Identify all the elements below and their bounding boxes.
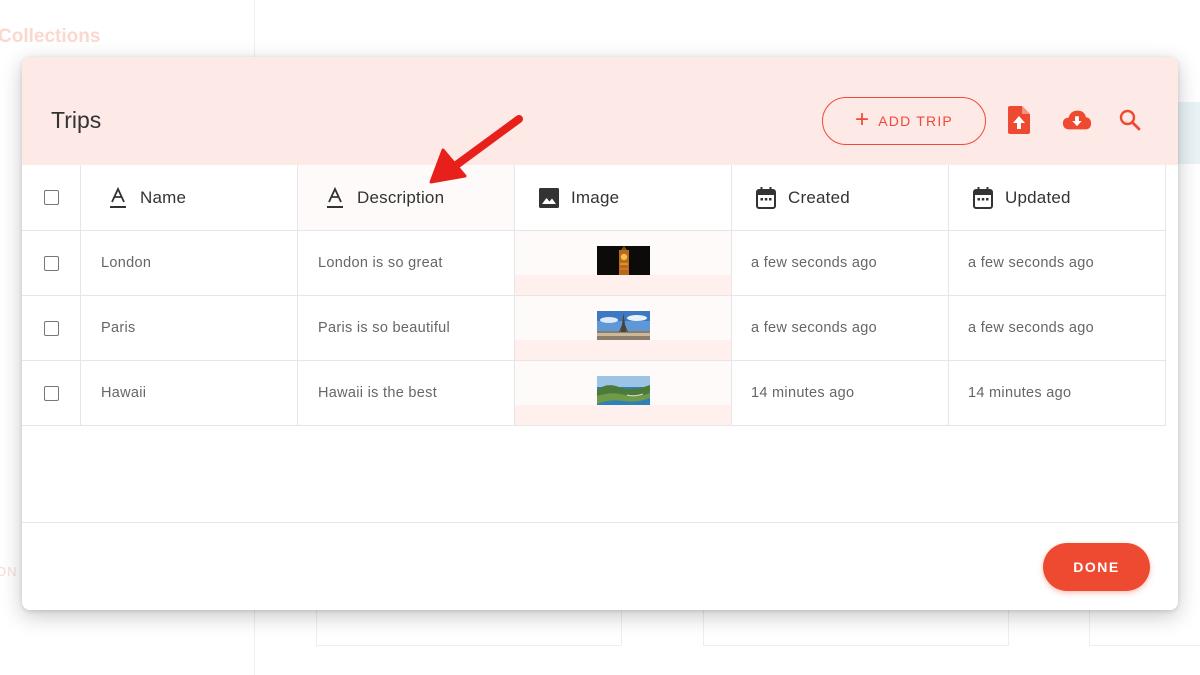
select-all-checkbox[interactable] — [43, 190, 59, 205]
cell-created[interactable]: a few seconds ago — [732, 231, 949, 295]
background-faint-label: ON — [0, 564, 18, 579]
cloud-download-icon[interactable] — [1062, 105, 1092, 135]
search-icon[interactable] — [1115, 105, 1145, 135]
row-checkbox[interactable] — [43, 320, 59, 336]
footer-divider — [22, 522, 1178, 523]
text-format-icon — [323, 186, 347, 210]
row-checkbox[interactable] — [43, 255, 59, 271]
cell-description[interactable]: Hawaii is the best — [298, 361, 515, 425]
annotation-arrow — [429, 115, 523, 184]
table-row[interactable]: London London is so great a few seconds … — [22, 231, 1166, 296]
trips-modal: Trips + ADD TRIP Name Description Image … — [22, 57, 1178, 610]
cell-image[interactable] — [515, 296, 732, 360]
cell-image[interactable] — [515, 231, 732, 295]
cell-updated[interactable]: a few seconds ago — [949, 296, 1166, 360]
text-format-icon — [106, 186, 130, 210]
calendar-icon — [754, 186, 778, 210]
plus-icon: + — [855, 106, 871, 133]
cell-name[interactable]: Hawaii — [81, 361, 298, 425]
column-header-label: Description — [357, 187, 445, 207]
row-select-cell — [22, 231, 81, 295]
calendar-icon — [971, 186, 995, 210]
image-cell-band — [515, 275, 731, 295]
cell-image[interactable] — [515, 361, 732, 425]
image-cell-band — [515, 405, 731, 425]
cell-updated[interactable]: 14 minutes ago — [949, 361, 1166, 425]
hawaii-coast-thumbnail — [596, 375, 650, 405]
modal-title: Trips — [51, 107, 102, 133]
big-ben-thumbnail — [596, 245, 650, 275]
cell-created[interactable]: 14 minutes ago — [732, 361, 949, 425]
eiffel-tower-thumbnail — [596, 310, 650, 340]
column-header-label: Image — [571, 187, 620, 207]
column-header-label: Created — [788, 187, 850, 207]
column-header-created[interactable]: Created — [732, 165, 949, 230]
cell-name[interactable]: Paris — [81, 296, 298, 360]
select-all-cell — [22, 165, 81, 230]
table-row[interactable]: Hawaii Hawaii is the best 14 minutes ago… — [22, 361, 1166, 426]
column-header-label: Updated — [1005, 187, 1071, 207]
background-sidebar-title: Collections — [0, 26, 101, 47]
file-upload-icon[interactable] — [1004, 105, 1034, 135]
row-select-cell — [22, 361, 81, 425]
image-icon — [537, 186, 561, 210]
cell-description[interactable]: London is so great — [298, 231, 515, 295]
column-header-image[interactable]: Image — [515, 165, 732, 230]
cell-name[interactable]: London — [81, 231, 298, 295]
row-select-cell — [22, 296, 81, 360]
cell-updated[interactable]: a few seconds ago — [949, 231, 1166, 295]
column-header-label: Name — [140, 187, 187, 207]
column-header-updated[interactable]: Updated — [949, 165, 1166, 230]
modal-header: Trips + ADD TRIP — [22, 57, 1178, 165]
table-header-row: Name Description Image Created Updated — [22, 165, 1166, 231]
row-checkbox[interactable] — [43, 385, 59, 401]
add-trip-button[interactable]: + ADD TRIP — [822, 97, 986, 145]
done-button[interactable]: DONE — [1043, 543, 1150, 591]
cell-description[interactable]: Paris is so beautiful — [298, 296, 515, 360]
trips-table: Name Description Image Created Updated L… — [22, 165, 1166, 426]
column-header-name[interactable]: Name — [81, 165, 298, 230]
image-cell-band — [515, 340, 731, 360]
cell-created[interactable]: a few seconds ago — [732, 296, 949, 360]
add-trip-label: ADD TRIP — [878, 113, 953, 129]
table-row[interactable]: Paris Paris is so beautiful a few second… — [22, 296, 1166, 361]
